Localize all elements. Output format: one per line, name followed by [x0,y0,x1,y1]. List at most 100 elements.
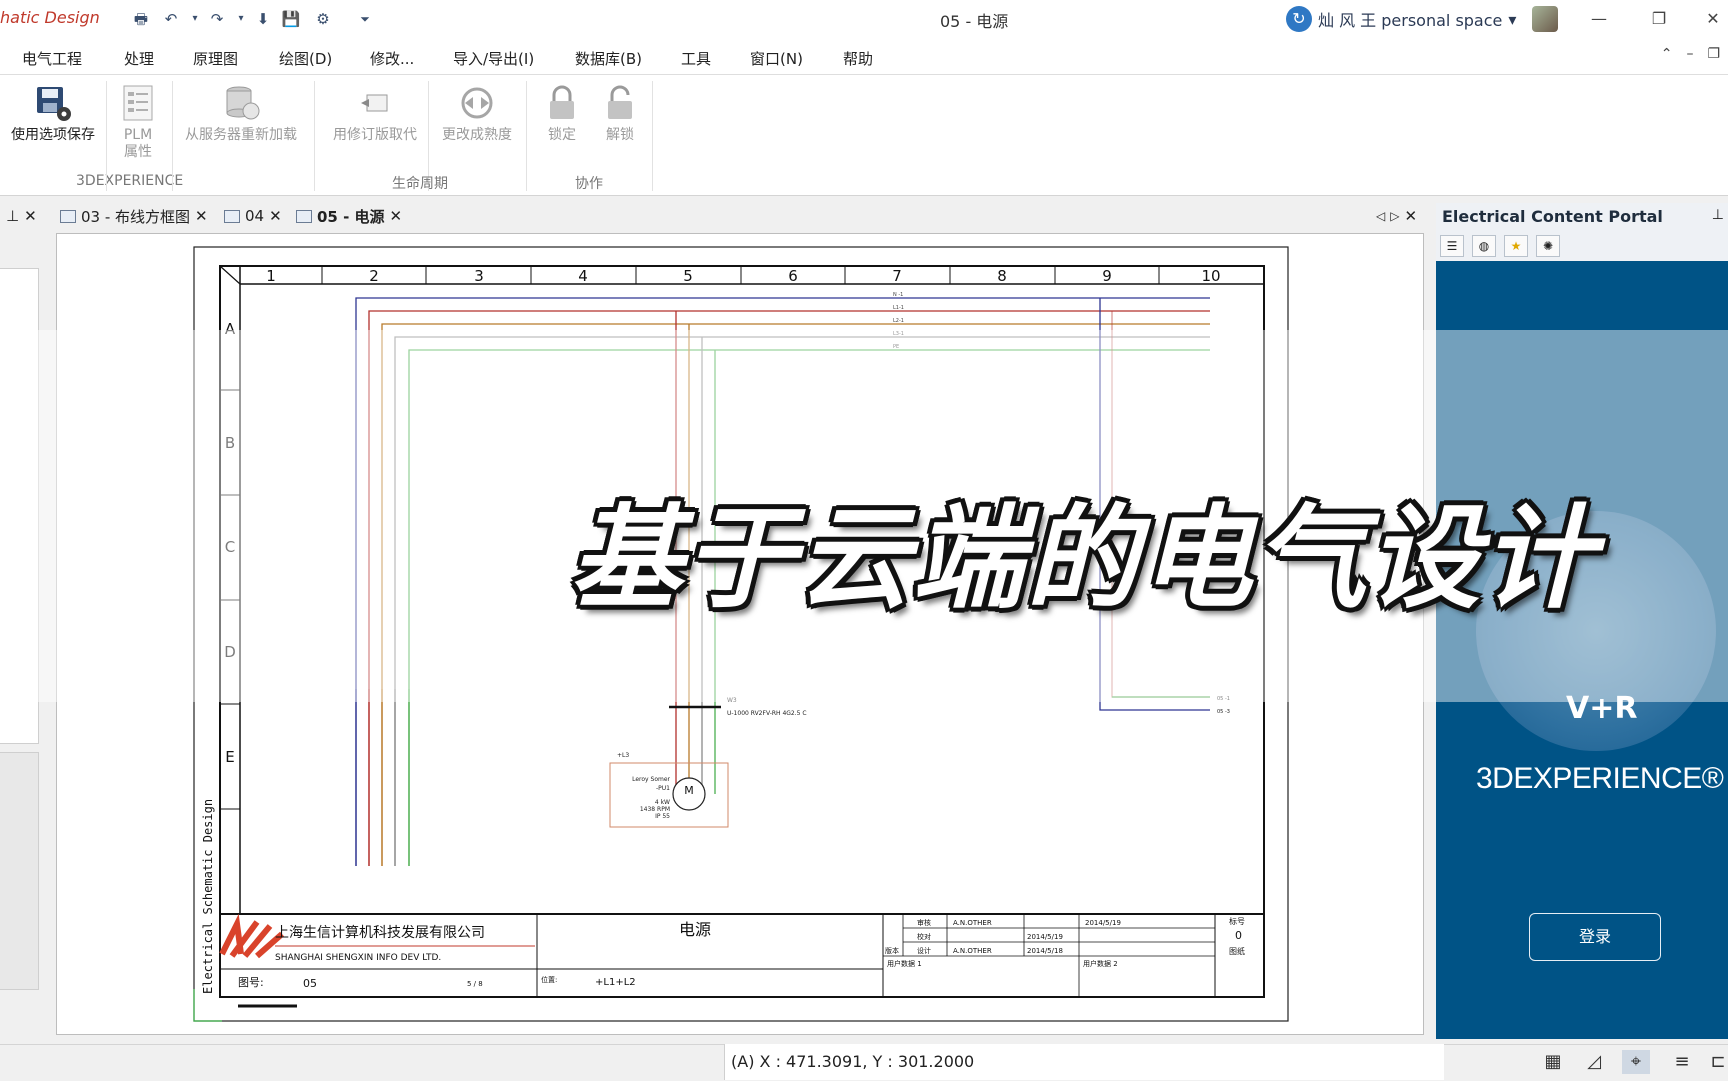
tab-05-power[interactable]: 05 - 电源 ✕ [290,203,408,229]
star-icon[interactable]: ★ [1504,235,1528,257]
print-icon[interactable]: 🖶 [130,9,152,29]
reload-from-server-label: 从服务器重新加载 [185,127,297,143]
tab-label: 05 - 电源 [317,207,385,226]
replace-with-revision-button[interactable]: 用修订版取代 [326,83,424,144]
redo-dropdown-icon[interactable]: ▾ [230,9,252,29]
title-bar: hatic Design 🖶 ↶ ▾ ↷ ▾ ⬇ 💾 ⚙ ⏷ 05 - 电源 ↻… [0,0,1728,38]
unlock-label: 解锁 [606,127,634,143]
svg-text:L1-1: L1-1 [893,305,904,311]
tab-04[interactable]: 04 ✕ [218,203,288,229]
left-panel-lower [0,752,39,990]
save-icon[interactable]: 💾 [280,9,302,29]
portal-header: Electrical Content Portal ⊥ ☰ ◍ ★ ✺ [1436,203,1728,261]
snap-cursor-icon[interactable]: ⌖ [1622,1050,1650,1074]
close-tab-icon[interactable]: ✕ [269,207,282,225]
cable-spec: U-1000 RV2FV-RH 4G2.5 C [727,710,807,717]
svg-text:-PU1: -PU1 [656,785,670,792]
menu-help[interactable]: 帮助 [843,48,873,69]
database-reload-icon [221,83,261,123]
menu-modify[interactable]: 修改... [370,48,414,69]
unlock-button[interactable]: 解锁 [594,83,646,144]
save-with-options-label: 使用选项保存 [11,127,95,143]
cursor-coordinates: (A) X : 471.3091, Y : 301.2000 [724,1044,1444,1080]
svg-text:M: M [684,784,694,797]
close-icon[interactable]: ✕ [24,207,37,225]
app-name: hatic Design [0,8,100,27]
undo-icon[interactable]: ↶ [160,9,182,29]
download-icon[interactable]: ⬇ [252,9,274,29]
collapse-ribbon-icon[interactable]: ⌃ [1661,46,1673,62]
reload-from-server-button[interactable]: 从服务器重新加载 [176,83,306,144]
svg-text:设计: 设计 [917,946,931,955]
replace-revision-icon [355,83,395,123]
tab-scroll-right-icon[interactable]: ▷ [1390,209,1399,223]
tab-label: 03 - 布线方框图 [81,207,191,226]
plm-properties-label: PLM 属性 [123,127,153,160]
tab-03-wiring-block[interactable]: 03 - 布线方框图 ✕ [54,203,214,229]
close-tab-icon[interactable]: ✕ [390,207,403,225]
column-label: 3 [474,267,484,285]
lock-button[interactable]: 锁定 [536,83,588,144]
svg-text:图纸: 图纸 [1229,946,1245,956]
svg-text:A.N.OTHER: A.N.OTHER [953,947,992,955]
pin-icon[interactable]: ⊥ [6,207,19,225]
menu-tools[interactable]: 工具 [681,48,711,69]
login-button[interactable]: 登录 [1529,913,1661,961]
column-label: 2 [369,267,379,285]
pin-icon[interactable]: ⊥ [1712,207,1724,223]
replace-with-revision-label: 用修订版取代 [333,127,417,143]
svg-text:2014/5/19: 2014/5/19 [1085,919,1121,927]
lock-icon [542,83,582,123]
menu-electrical-project[interactable]: 电气工程 [22,48,82,69]
layout-icon[interactable]: ⊏ [1704,1050,1728,1074]
menu-bar: 电气工程 处理 原理图 绘图(D) 修改... 导入/导出(I) 数据库(B) … [0,38,1728,75]
grid-icon[interactable]: ▦ [1539,1050,1567,1074]
svg-text:L2-1: L2-1 [893,318,904,324]
customize-icon[interactable]: ⏷ [354,9,376,29]
menu-process[interactable]: 处理 [124,48,154,69]
redo-icon[interactable]: ↷ [206,9,228,29]
menu-database[interactable]: 数据库(B) [575,48,642,69]
close-button[interactable]: ✕ [1696,6,1728,32]
list-icon[interactable]: ☰ [1440,235,1464,257]
column-label: 7 [892,267,902,285]
change-maturity-button[interactable]: 更改成熟度 [434,83,520,144]
column-label: 10 [1201,267,1220,285]
restore-doc-icon[interactable]: ❐ [1707,46,1720,62]
close-all-icon[interactable]: ✕ [1404,207,1417,225]
svg-text:4 kW: 4 kW [655,799,670,806]
menu-draw[interactable]: 绘图(D) [279,48,332,69]
plm-properties-button[interactable]: PLM 属性 [108,83,168,161]
globe-icon[interactable]: ◍ [1472,235,1496,257]
ortho-icon[interactable]: ◿ [1580,1050,1608,1074]
panel-controls: ⊥ ✕ [0,203,43,229]
svg-text:用户数据 2: 用户数据 2 [1083,959,1118,968]
compass-icon[interactable]: ✺ [1536,235,1560,257]
save-with-options-button[interactable]: 使用选项保存 [4,83,102,144]
tab-scroll-controls: ◁ ▷ ✕ [1370,203,1423,229]
user-menu[interactable]: ↻ 灿 风 王 personal space ▾ [1286,5,1516,33]
undo-dropdown-icon[interactable]: ▾ [184,9,206,29]
menu-import-export[interactable]: 导入/导出(I) [453,48,534,69]
menu-schematic[interactable]: 原理图 [193,48,238,69]
column-label: 4 [578,267,588,285]
sheet-title: 电源 [679,920,711,939]
tab-scroll-left-icon[interactable]: ◁ [1376,209,1385,223]
menu-window[interactable]: 窗口(N) [750,48,803,69]
lineweight-icon[interactable]: ≡ [1668,1050,1696,1074]
column-label: 6 [788,267,798,285]
tab-label: 04 [245,207,265,225]
svg-text:位置:: 位置: [541,975,557,984]
group-collaborate-label: 协作 [575,176,603,192]
restore-button[interactable]: ❐ [1642,6,1676,32]
minimize-button[interactable]: — [1582,6,1616,32]
minimize-doc-icon[interactable]: – [1686,46,1693,62]
column-label: 8 [997,267,1007,285]
save-options-icon[interactable]: ⚙ [312,9,334,29]
company-name-cn: 上海生信计算机科技发展有限公司 [275,925,485,941]
svg-text:用户数据 1: 用户数据 1 [887,959,922,968]
close-tab-icon[interactable]: ✕ [195,207,208,225]
avatar[interactable] [1532,6,1558,32]
svg-text:版本: 版本 [885,946,899,955]
ribbon: 使用选项保存 PLM 属性 3DEXPERIENCE 从服务器重新加载 用修订版… [0,75,1728,196]
